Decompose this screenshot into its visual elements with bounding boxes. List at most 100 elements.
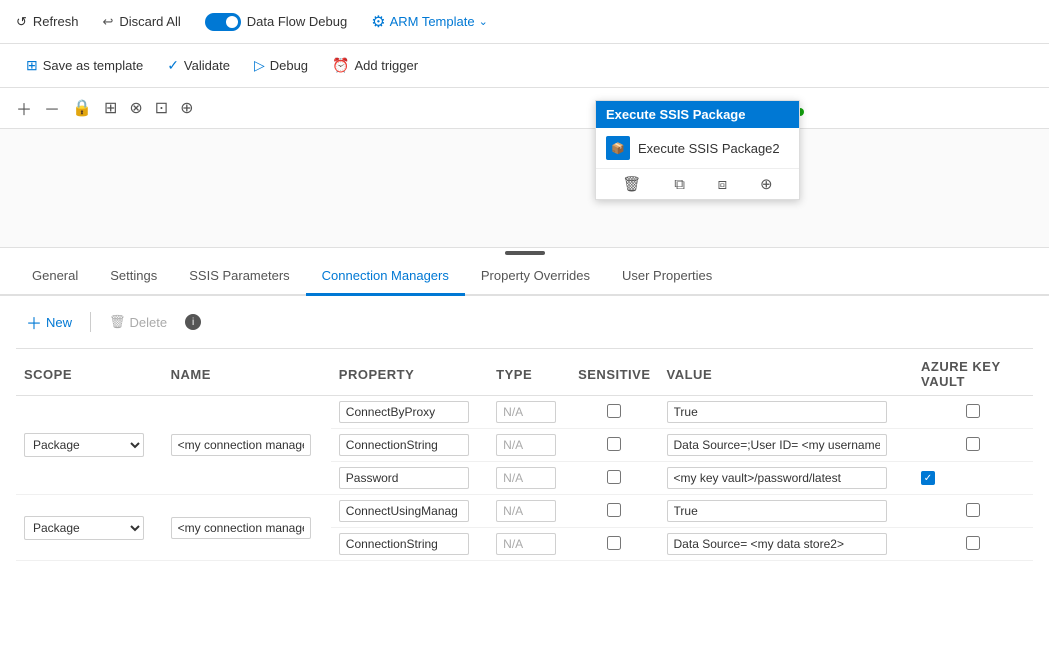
actions-row: ＋ New 🗑 Delete i: [16, 296, 1033, 349]
type-input[interactable]: [496, 401, 556, 423]
refresh-label: Refresh: [33, 14, 79, 29]
delete-label: Delete: [130, 315, 168, 330]
ssis-popup-body: 📦 Execute SSIS Package2: [596, 128, 799, 169]
new-label: New: [46, 315, 72, 330]
type-cell: [488, 396, 570, 429]
sensitive-checkbox[interactable]: [607, 536, 621, 550]
azure-key-vault-cell: [913, 429, 1033, 462]
type-input[interactable]: [496, 467, 556, 489]
remove-tool-icon[interactable]: －: [44, 96, 60, 120]
discard-all-button[interactable]: ↩ Discard All: [102, 14, 180, 30]
property-input[interactable]: [339, 401, 469, 423]
pan-icon[interactable]: ⊕: [180, 98, 193, 118]
add-trigger-button[interactable]: ⏰ Add trigger: [322, 53, 428, 78]
azure-key-vault-checkbox[interactable]: [966, 536, 980, 550]
add-trigger-icon: ⏰: [332, 57, 349, 74]
validate-button[interactable]: ✓ Validate: [157, 53, 240, 78]
scope-cell: Package: [16, 396, 163, 495]
col-name: NAME: [163, 353, 331, 396]
col-type: TYPE: [488, 353, 570, 396]
tab-property-overrides-label: Property Overrides: [481, 268, 590, 283]
connection-managers-table: SCOPE NAME PROPERTY TYPE SENSITIVE VALUE…: [16, 353, 1033, 561]
tab-connection-managers-label: Connection Managers: [322, 268, 449, 283]
azure-key-vault-checkbox[interactable]: [966, 404, 980, 418]
data-flow-debug-toggle[interactable]: Data Flow Debug: [205, 13, 347, 31]
name-input[interactable]: [171, 517, 311, 539]
property-cell: [331, 462, 488, 495]
value-input[interactable]: [667, 467, 887, 489]
property-cell: [331, 429, 488, 462]
value-input[interactable]: [667, 401, 887, 423]
copy-icon[interactable]: ⧉: [674, 176, 685, 193]
name-cell: [163, 396, 331, 495]
azure-key-vault-cell: ✓: [913, 462, 1033, 495]
scope-select[interactable]: Package: [24, 516, 144, 540]
tab-user-properties-label: User Properties: [622, 268, 712, 283]
property-cell: [331, 396, 488, 429]
tab-ssis-parameters-label: SSIS Parameters: [189, 268, 289, 283]
lock-tool-icon[interactable]: 🔒: [72, 98, 92, 118]
value-input[interactable]: [667, 434, 887, 456]
debug-label: Debug: [270, 58, 308, 73]
tab-property-overrides[interactable]: Property Overrides: [465, 258, 606, 296]
property-cell: [331, 495, 488, 528]
toggle-switch[interactable]: [205, 13, 241, 31]
azure-key-vault-cell: [913, 396, 1033, 429]
name-input[interactable]: [171, 434, 311, 456]
sensitive-checkbox[interactable]: [607, 503, 621, 517]
validate-icon: ✓: [167, 57, 179, 74]
azure-key-vault-checkbox[interactable]: [966, 437, 980, 451]
data-flow-debug-label: Data Flow Debug: [247, 14, 347, 29]
add-tool-icon[interactable]: ＋: [16, 96, 32, 120]
tabs-row: General Settings SSIS Parameters Connect…: [0, 258, 1049, 296]
col-scope: SCOPE: [16, 353, 163, 396]
zoom-fit-icon[interactable]: ⊗: [129, 98, 142, 118]
new-button[interactable]: ＋ New: [16, 306, 82, 338]
tab-settings[interactable]: Settings: [94, 258, 173, 296]
sensitive-cell: [570, 462, 658, 495]
sensitive-checkbox[interactable]: [607, 470, 621, 484]
property-input[interactable]: [339, 434, 469, 456]
arm-template-button[interactable]: ⚙ ARM Template ⌄: [371, 12, 488, 32]
discard-all-icon: ↩: [102, 14, 113, 30]
select-icon[interactable]: ⊡: [155, 98, 168, 118]
refresh-button[interactable]: ↺ Refresh: [16, 14, 78, 30]
minimize-handle[interactable]: [505, 251, 545, 255]
type-input[interactable]: [496, 500, 556, 522]
property-cell: [331, 528, 488, 561]
value-input[interactable]: [667, 533, 887, 555]
type-cell: [488, 462, 570, 495]
value-cell: [659, 396, 913, 429]
sensitive-checkbox[interactable]: [607, 404, 621, 418]
plus-icon: ＋: [26, 310, 42, 334]
tab-connection-managers[interactable]: Connection Managers: [306, 258, 465, 296]
sensitive-cell: [570, 528, 658, 561]
value-cell: [659, 429, 913, 462]
sensitive-checkbox[interactable]: [607, 437, 621, 451]
ssis-popup-actions: 🗑 ⧉ ⧈ ⊕: [596, 169, 799, 199]
info-icon[interactable]: i: [185, 314, 201, 330]
value-input[interactable]: [667, 500, 887, 522]
tab-general[interactable]: General: [16, 258, 94, 296]
property-input[interactable]: [339, 500, 469, 522]
type-input[interactable]: [496, 434, 556, 456]
delete-button[interactable]: 🗑 Delete: [99, 310, 177, 334]
debug-button[interactable]: ▷ Debug: [244, 53, 318, 78]
tab-ssis-parameters[interactable]: SSIS Parameters: [173, 258, 305, 296]
table-header-row: SCOPE NAME PROPERTY TYPE SENSITIVE VALUE…: [16, 353, 1033, 396]
connect-icon[interactable]: ⊕: [760, 175, 773, 193]
property-input[interactable]: [339, 467, 469, 489]
tab-user-properties[interactable]: User Properties: [606, 258, 728, 296]
delete-icon[interactable]: 🗑: [622, 175, 641, 193]
type-input[interactable]: [496, 533, 556, 555]
save-as-template-button[interactable]: ⊞ Save as template: [16, 53, 153, 78]
fit-icon[interactable]: ⊞: [104, 98, 117, 118]
save-icon: ⊞: [26, 57, 38, 74]
sensitive-cell: [570, 429, 658, 462]
scope-select[interactable]: Package: [24, 433, 144, 457]
duplicate-icon[interactable]: ⧈: [718, 176, 728, 193]
sensitive-cell: [570, 495, 658, 528]
property-input[interactable]: [339, 533, 469, 555]
table-row: Package: [16, 396, 1033, 429]
azure-key-vault-checkbox[interactable]: [966, 503, 980, 517]
